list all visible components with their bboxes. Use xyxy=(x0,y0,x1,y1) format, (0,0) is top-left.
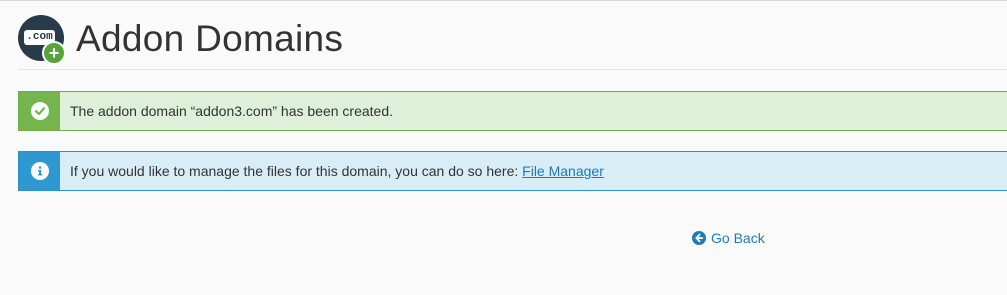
info-message-text: If you would like to manage the files fo… xyxy=(70,163,523,179)
go-back-link[interactable]: Go Back xyxy=(692,230,765,246)
header-divider xyxy=(18,69,1007,70)
page-title: Addon Domains xyxy=(76,18,344,59)
info-message: If you would like to manage the files fo… xyxy=(60,163,604,179)
info-alert-icon-box xyxy=(19,152,60,190)
addon-domains-app-icon: .com + xyxy=(18,15,66,65)
success-alert: The addon domain “addon3.com” has been c… xyxy=(18,91,1007,131)
info-alert: If you would like to manage the files fo… xyxy=(18,151,1007,191)
info-icon xyxy=(30,162,49,180)
page-header: .com + Addon Domains xyxy=(18,11,343,67)
go-back-label: Go Back xyxy=(711,230,765,246)
check-icon xyxy=(30,102,49,120)
success-message: The addon domain “addon3.com” has been c… xyxy=(70,103,393,119)
file-manager-link[interactable]: File Manager xyxy=(522,163,604,179)
plus-icon: + xyxy=(42,41,66,65)
arrow-left-circle-icon xyxy=(692,231,706,245)
success-alert-icon-box xyxy=(19,92,60,130)
page-frame: .com + Addon Domains The addon domain “a… xyxy=(0,0,1007,295)
